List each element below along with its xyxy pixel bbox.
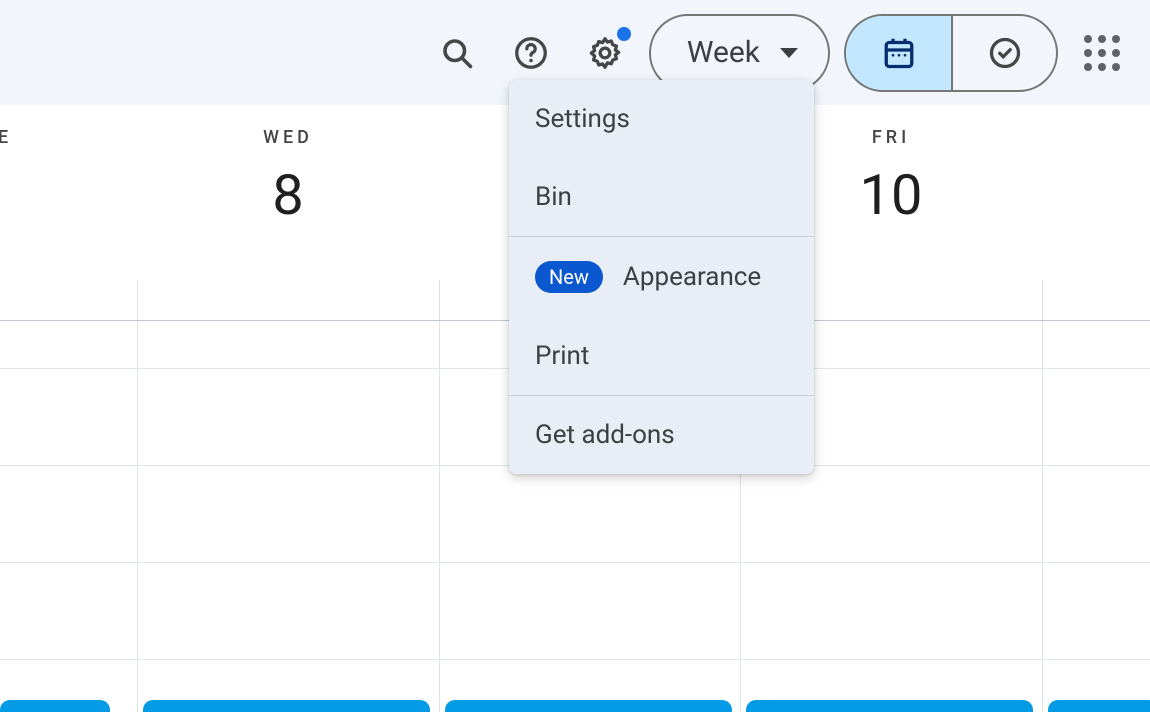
menu-item-addons[interactable]: Get add-ons xyxy=(509,396,814,474)
view-selector-label: Week xyxy=(687,35,760,70)
tasks-view-toggle[interactable] xyxy=(951,16,1056,90)
grid-vline xyxy=(439,280,440,712)
gear-icon xyxy=(587,35,623,71)
day-number: 8 xyxy=(137,162,439,228)
calendar-event[interactable] xyxy=(445,700,732,712)
search-button[interactable] xyxy=(427,23,487,83)
help-icon xyxy=(513,35,549,71)
menu-item-appearance[interactable]: New Appearance xyxy=(509,237,814,317)
calendar-event[interactable] xyxy=(746,700,1033,712)
menu-item-bin[interactable]: Bin xyxy=(509,158,814,236)
settings-menu: Settings Bin New Appearance Print Get ad… xyxy=(509,80,814,474)
menu-item-settings[interactable]: Settings xyxy=(509,80,814,158)
menu-item-label: Settings xyxy=(535,104,630,134)
menu-item-label: Print xyxy=(535,341,589,371)
settings-notification-dot xyxy=(617,27,631,41)
grid-vline xyxy=(137,280,138,712)
menu-item-label: Appearance xyxy=(623,262,761,292)
menu-item-label: Bin xyxy=(535,182,572,212)
view-toggle-group xyxy=(844,14,1058,92)
calendar-icon xyxy=(881,35,917,71)
grid-vline xyxy=(1042,280,1043,712)
calendar-event[interactable] xyxy=(0,700,110,712)
grid-hline xyxy=(0,562,1150,563)
google-apps-button[interactable] xyxy=(1072,23,1132,83)
menu-item-label: Get add-ons xyxy=(535,420,675,450)
task-check-icon xyxy=(987,35,1023,71)
settings-button[interactable] xyxy=(575,23,635,83)
apps-grid-icon xyxy=(1084,35,1120,71)
calendar-view-toggle[interactable] xyxy=(846,16,951,90)
day-label-tue-fragment: E xyxy=(0,127,12,148)
new-badge: New xyxy=(535,261,603,293)
grid-hline xyxy=(0,659,1150,660)
menu-item-print[interactable]: Print xyxy=(509,317,814,395)
caret-down-icon xyxy=(780,48,798,58)
day-label: WED xyxy=(137,127,439,148)
search-icon xyxy=(439,35,475,71)
calendar-event[interactable] xyxy=(143,700,430,712)
day-header-wed[interactable]: WED 8 xyxy=(137,105,439,228)
calendar-event[interactable] xyxy=(1048,700,1150,712)
help-button[interactable] xyxy=(501,23,561,83)
